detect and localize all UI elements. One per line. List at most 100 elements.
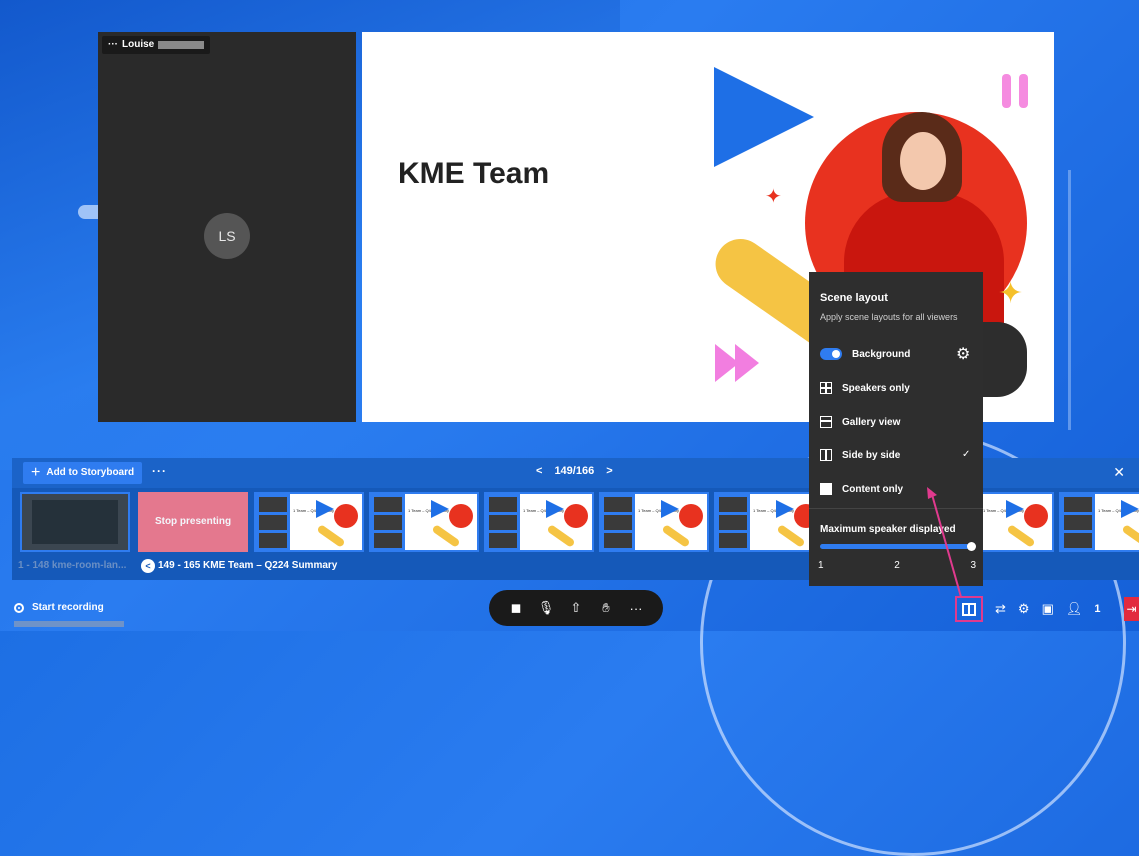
- side-by-side-icon: [820, 449, 832, 461]
- tick-label: 1: [818, 560, 824, 571]
- settings-gear-icon[interactable]: ⚙: [1018, 601, 1030, 617]
- dark-shape: [982, 322, 1027, 397]
- thumb-speaker-column: [256, 494, 290, 550]
- yellow-sparkle-icon: ✦: [998, 277, 1024, 310]
- background-line: [1068, 170, 1071, 430]
- thumb-speaker-column: [486, 494, 520, 550]
- slide-title: KME Team: [398, 157, 550, 190]
- thumb-speaker-column: [371, 494, 405, 550]
- storyboard-more-button[interactable]: ···: [152, 464, 167, 478]
- tick-label: 3: [970, 560, 976, 571]
- option-side-by-side[interactable]: Side by side: [820, 446, 900, 464]
- pause-shape: [1002, 74, 1030, 108]
- switch-icon[interactable]: ⇄: [995, 601, 1006, 617]
- background-settings-gear-icon[interactable]: ⚙: [956, 344, 970, 364]
- slide-thumbnail[interactable]: 1 Team – Q4 Summary: [1059, 492, 1139, 552]
- start-recording-label: Start recording: [32, 602, 104, 613]
- thumb-triangle-shape: [1121, 500, 1139, 518]
- participant-menu-icon[interactable]: ···: [108, 36, 118, 54]
- gallery-icon: [820, 416, 832, 428]
- document-preview: [32, 500, 118, 544]
- leave-room-button[interactable]: ⇥: [1124, 597, 1139, 621]
- option-content-only[interactable]: Content only: [820, 480, 903, 498]
- participant-name: Louise: [122, 39, 155, 50]
- chevron-left-icon[interactable]: <: [141, 559, 155, 573]
- participant-name-badge[interactable]: ··· Louise: [102, 36, 211, 54]
- group-label-previous[interactable]: 1 - 148 kme-room-lan...: [18, 560, 126, 571]
- thumb-circle-shape: [1024, 504, 1048, 528]
- participants-icon[interactable]: 👤︎: [1066, 601, 1083, 617]
- thumb-circle-shape: [334, 504, 358, 528]
- share-screen-icon[interactable]: ⇧: [566, 600, 586, 616]
- thumb-triangle-shape: [1006, 500, 1024, 518]
- background-toggle[interactable]: [820, 348, 842, 360]
- thumb-bar-shape: [546, 524, 576, 548]
- avatar: LS: [204, 213, 250, 259]
- annotation-arrow: [927, 487, 962, 598]
- slide-thumbnail[interactable]: [20, 492, 130, 552]
- thumb-triangle-shape: [776, 500, 794, 518]
- chat-icon[interactable]: ▣: [1042, 601, 1054, 617]
- option-speakers-only[interactable]: Speakers only: [820, 379, 910, 397]
- popover-subtitle: Apply scene layouts for all viewers: [820, 312, 958, 322]
- option-label: Speakers only: [842, 382, 910, 394]
- stop-presenting-label: Stop presenting: [154, 516, 232, 527]
- content-only-icon: [820, 483, 832, 495]
- thumb-triangle-shape: [316, 500, 334, 518]
- thumb-bar-shape: [431, 524, 461, 548]
- slide-thumbnail[interactable]: 1 Team – Q4 Summary: [599, 492, 709, 552]
- thumb-speaker-column: [601, 494, 635, 550]
- slide-thumbnail[interactable]: 1 Team – Q4 Summary: [714, 492, 824, 552]
- participants-count: 1: [1094, 603, 1101, 615]
- option-label: Gallery view: [842, 416, 901, 428]
- stop-presenting-thumbnail[interactable]: Stop presenting: [138, 492, 248, 552]
- media-controls: ◼︎ 🎙︎ ⇧ ✋︎ ···: [489, 590, 663, 626]
- thumb-circle-shape: [564, 504, 588, 528]
- next-slide-button[interactable]: >: [606, 465, 612, 477]
- tick-label: 2: [894, 560, 900, 571]
- add-to-storyboard-button[interactable]: + Add to Storyboard: [23, 462, 143, 484]
- more-options-icon[interactable]: ···: [626, 601, 646, 616]
- thumb-speaker-column: [716, 494, 750, 550]
- option-gallery-view[interactable]: Gallery view: [820, 413, 900, 431]
- thumb-bar-shape: [1121, 524, 1139, 548]
- prev-slide-button[interactable]: <: [536, 465, 542, 477]
- thumb-speaker-column: [1061, 494, 1095, 550]
- background-toggle-row[interactable]: Background: [820, 345, 910, 363]
- popover-title: Scene layout: [820, 292, 888, 304]
- thumb-bar-shape: [661, 524, 691, 548]
- thumb-circle-shape: [449, 504, 473, 528]
- add-to-storyboard-label: Add to Storyboard: [46, 467, 135, 478]
- person-face: [900, 132, 946, 190]
- thumb-bar-shape: [776, 524, 806, 548]
- red-sparkle-icon: ✦: [765, 186, 782, 208]
- thumb-bar-shape: [316, 524, 346, 548]
- thumb-triangle-shape: [661, 500, 679, 518]
- group-label-current[interactable]: 149 - 165 KME Team – Q224 Summary: [158, 560, 337, 571]
- camera-off-icon[interactable]: ◼︎: [506, 600, 526, 616]
- slide-thumbnail[interactable]: 1 Team – Q4 Summary: [484, 492, 594, 552]
- redacted-room-name: [14, 621, 124, 627]
- slide-pager: < 149/166 >: [536, 465, 613, 477]
- start-recording-button[interactable]: Start recording: [14, 602, 104, 613]
- selected-check-icon: ✓: [962, 449, 971, 460]
- grid-icon: [820, 382, 832, 394]
- participant-tile[interactable]: ··· Louise LS: [98, 32, 356, 422]
- option-label: Side by side: [842, 449, 901, 461]
- slide-thumbnail[interactable]: 1 Team – Q4 Summary: [254, 492, 364, 552]
- plus-icon: +: [31, 464, 41, 481]
- option-label: Content only: [842, 483, 904, 495]
- raise-hand-icon[interactable]: ✋︎: [596, 600, 616, 616]
- thumb-circle-shape: [679, 504, 703, 528]
- thumb-triangle-shape: [431, 500, 449, 518]
- right-toolbar: ⇄ ⚙ ▣ 👤︎ 1: [955, 596, 1101, 622]
- slide-thumbnail[interactable]: 1 Team – Q4 Summary: [369, 492, 479, 552]
- slide-counter: 149/166: [554, 465, 595, 477]
- microphone-icon[interactable]: 🎙︎: [536, 600, 556, 616]
- layout-icon: [962, 602, 976, 616]
- close-storyboard-button[interactable]: ✕: [1113, 464, 1125, 481]
- record-icon: [14, 602, 24, 613]
- slider-handle[interactable]: [967, 542, 976, 551]
- exit-icon: ⇥: [1126, 602, 1137, 616]
- redacted-name: [158, 41, 205, 49]
